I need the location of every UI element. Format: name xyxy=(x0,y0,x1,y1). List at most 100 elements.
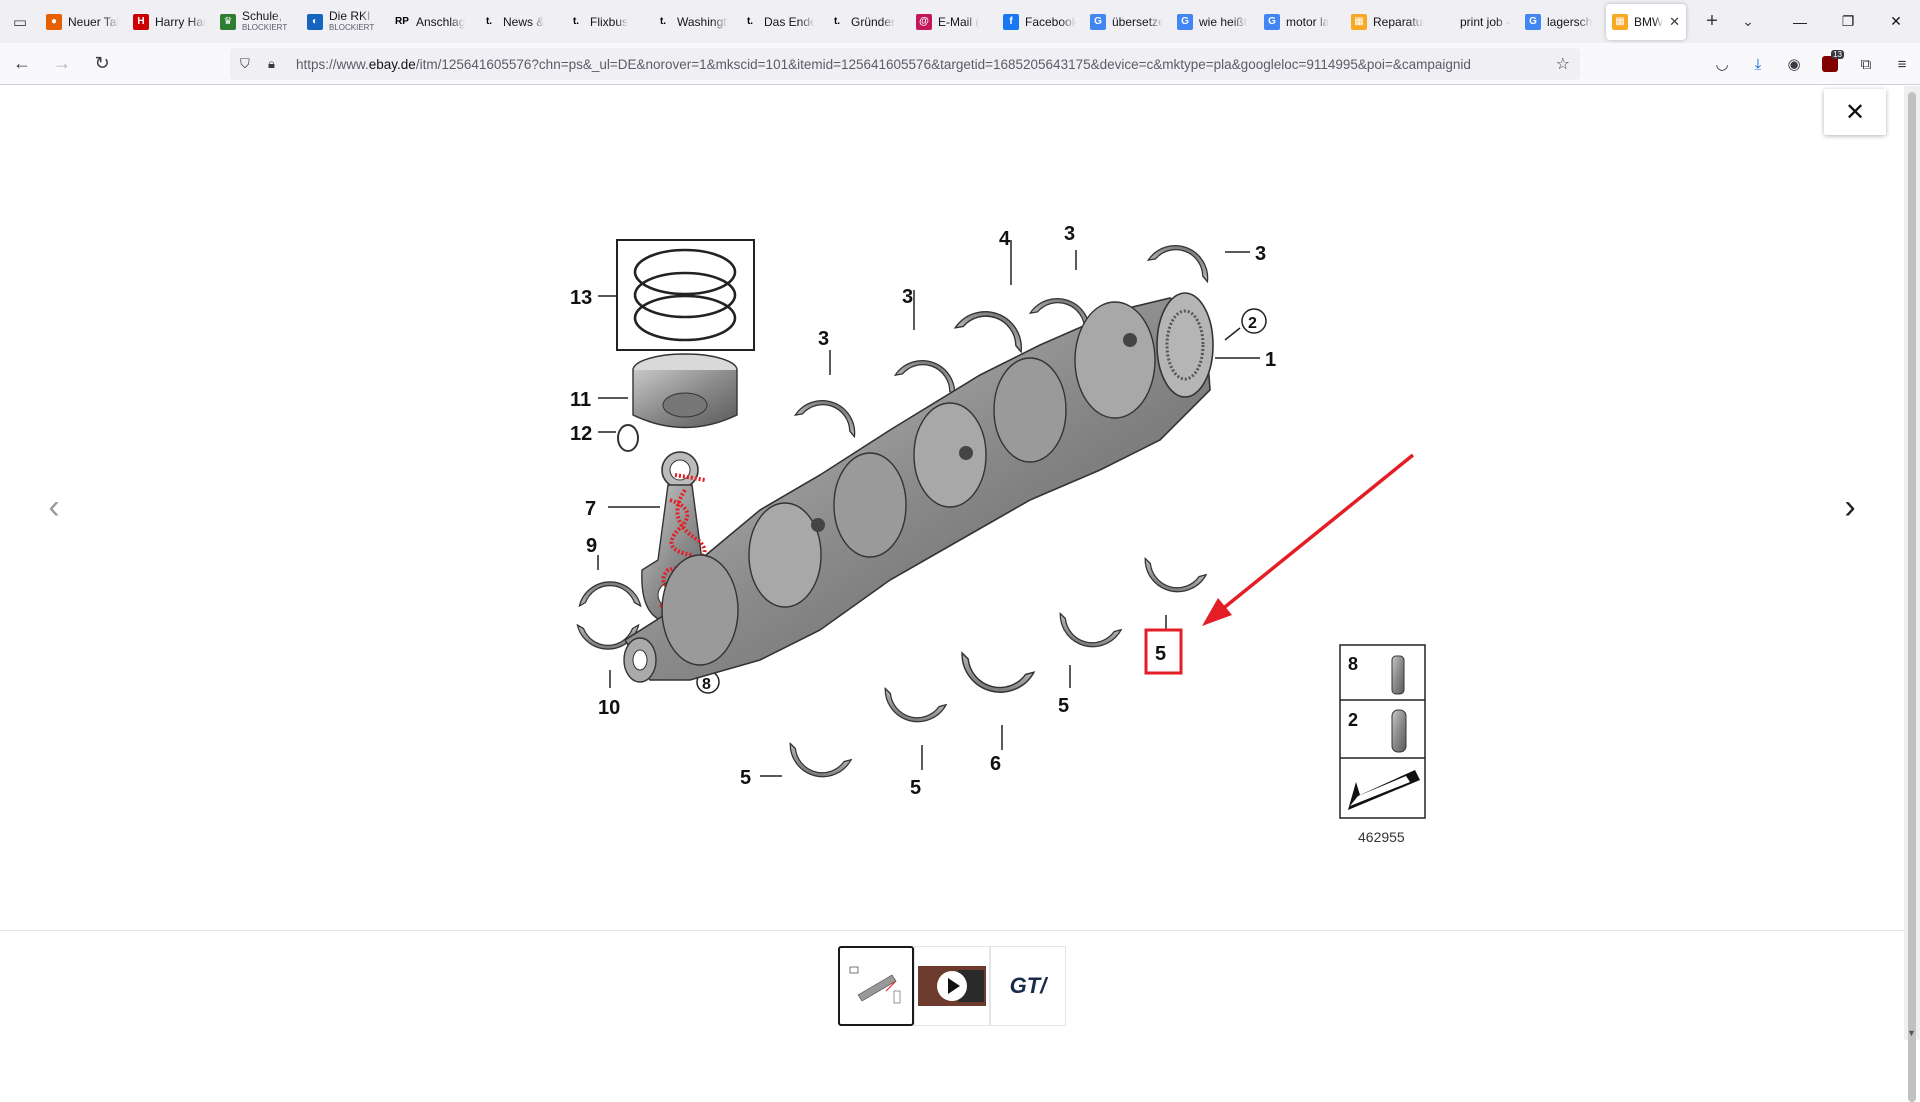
gtv-logo: GT/ xyxy=(1009,973,1047,998)
reload-button[interactable]: ↻ xyxy=(84,48,120,80)
piston-rings-part: 13 xyxy=(570,239,755,351)
new-tab-button[interactable]: + xyxy=(1694,4,1730,40)
restore-button[interactable]: ❐ xyxy=(1824,0,1872,43)
browser-tab[interactable]: ▦ BMW ✕ xyxy=(1606,3,1686,40)
browser-tab[interactable]: @ E-Mail ( xyxy=(910,4,995,40)
tab-favicon-icon: t. xyxy=(746,16,754,27)
tab-list: ● Neuer Tab HHarry Hanks♛Schule,BLOCKIERT◐… xyxy=(40,0,1688,43)
list-all-tabs-button[interactable]: ⌄ xyxy=(1730,4,1766,40)
red-arrow-annotation xyxy=(1202,453,1415,626)
legend-label: 8 xyxy=(1348,654,1358,674)
callout-label: 2 xyxy=(1248,315,1257,332)
tab-favicon-icon: G xyxy=(1264,13,1280,30)
callout-label: 9 xyxy=(586,535,597,557)
tab-title: Das Ende xyxy=(764,14,815,29)
browser-tab[interactable]: t. Washington xyxy=(649,4,734,40)
tab-favicon-icon: t. xyxy=(485,16,493,27)
browser-tab[interactable]: t. Das Ende xyxy=(736,4,821,40)
browser-tab[interactable]: t. News & xyxy=(475,4,560,40)
downloads-icon[interactable]: ⤓ xyxy=(1740,48,1776,80)
tab-favicon-icon: ● xyxy=(46,13,62,30)
conrod-bearing-upper-part: 9 xyxy=(578,535,642,607)
tab-favicon-icon: G xyxy=(1525,13,1541,30)
tab-favicon-icon: t. xyxy=(833,16,841,27)
close-tab-icon[interactable]: ✕ xyxy=(1669,14,1680,30)
tab-title: Gründer xyxy=(851,14,896,29)
menu-icon[interactable]: ≡ xyxy=(1884,48,1920,80)
thrust-bearing-upper-part: 4 xyxy=(954,228,1032,353)
tab-title: Neuer Tab xyxy=(68,14,119,29)
callout-label: 7 xyxy=(585,498,596,520)
browser-tab[interactable]: Gwie heißt xyxy=(1171,4,1256,40)
thumbnail-video[interactable] xyxy=(914,946,990,1026)
lock-icon[interactable]: 🔒︎ xyxy=(268,56,288,72)
url-text[interactable]: https://www.ebay.de/itm/125641605576?chn… xyxy=(296,57,1548,72)
tab-title: News & xyxy=(503,14,545,29)
tab-favicon-icon: G xyxy=(1177,13,1193,30)
scroll-down-icon[interactable]: ▼ xyxy=(1907,1028,1916,1038)
main-bearing-lower-part: 5 xyxy=(878,687,947,799)
main-bearing-upper-part: 3 xyxy=(1147,236,1266,283)
main-bearing-upper-part: 3 xyxy=(794,328,864,438)
forward-button[interactable]: → xyxy=(44,48,80,80)
pocket-icon[interactable]: ◡ xyxy=(1704,48,1740,80)
tab-favicon-icon: ♛ xyxy=(220,13,236,30)
previous-image-button[interactable]: ‹ xyxy=(34,482,74,532)
callout-label: 3 xyxy=(1255,243,1266,265)
bookmark-star-icon[interactable]: ☆ xyxy=(1556,54,1570,74)
thumbnail-strip: GT/ xyxy=(838,946,1066,1026)
browser-tab[interactable]: Glagersch xyxy=(1519,4,1604,40)
account-icon[interactable]: ◉ xyxy=(1776,48,1812,80)
browser-tab[interactable]: t. Gründer xyxy=(823,4,908,40)
scrollbar-thumb[interactable] xyxy=(1908,92,1916,1102)
browser-tab[interactable]: print job - P xyxy=(1432,4,1517,40)
ublock-icon[interactable]: 13 xyxy=(1812,48,1848,80)
browser-tab[interactable]: ◐ Die RKI BLOCKIERT xyxy=(301,4,386,40)
minimize-button[interactable]: — xyxy=(1776,0,1824,43)
thumbnail-gtv[interactable]: GT/ xyxy=(990,946,1066,1026)
browser-tab[interactable]: t. Flixbus xyxy=(562,4,647,40)
tab-title: lagersch xyxy=(1547,14,1593,29)
callout-label: 3 xyxy=(818,328,829,350)
video-thumbnail-icon xyxy=(918,966,986,1006)
thrust-bearing-lower-part: 6 xyxy=(953,652,1035,775)
callout-label: 13 xyxy=(570,287,592,309)
tab-favicon-icon: G xyxy=(1090,13,1106,30)
extensions-icon[interactable]: ⧉ xyxy=(1848,48,1884,80)
browser-tab[interactable]: RP Anschlag xyxy=(388,4,473,40)
tab-status: BLOCKIERT xyxy=(329,22,375,32)
circlip-part: 12 xyxy=(570,423,639,452)
browser-tab[interactable]: Gübersetzen xyxy=(1084,4,1169,40)
page-scrollbar[interactable]: ▼ xyxy=(1904,86,1920,1102)
crankshaft-part: 1 xyxy=(623,292,1276,683)
thumbnail-diagram[interactable] xyxy=(838,946,914,1026)
callout-label: 5 xyxy=(1155,643,1166,665)
browser-tab[interactable]: f Facebook xyxy=(997,4,1082,40)
callout-label: 1 xyxy=(1265,349,1276,371)
browser-tab[interactable]: H Harry Hanks xyxy=(127,4,212,40)
back-button[interactable]: ← xyxy=(4,48,40,80)
browser-tab[interactable]: ▦ Reparatur xyxy=(1345,4,1430,40)
callout-label: 5 xyxy=(1058,695,1069,717)
browser-tab[interactable]: ● Neuer Tab xyxy=(40,4,125,40)
browser-tab[interactable]: ♛ Schule, BLOCKIERT xyxy=(214,4,299,40)
close-viewer-button[interactable]: ✕ xyxy=(1824,89,1886,135)
callout-label: 3 xyxy=(1064,223,1075,245)
shield-icon[interactable]: ⛉ xyxy=(240,56,260,72)
tab-overview-icon[interactable]: ▭ xyxy=(0,0,40,43)
next-image-button[interactable]: › xyxy=(1830,482,1870,532)
callout-label: 6 xyxy=(990,753,1001,775)
main-bearing-lower-part: 5 xyxy=(1053,612,1122,717)
window-controls: — ❐ ✕ xyxy=(1776,0,1920,43)
url-bar[interactable]: ⛉ 🔒︎ https://www.ebay.de/itm/12564160557… xyxy=(230,48,1580,80)
main-bearing-lower-part: 5 xyxy=(1138,557,1207,675)
thumbnail-divider xyxy=(0,930,1904,931)
tab-title: wie heißt xyxy=(1199,14,1248,29)
tab-title: E-Mail ( xyxy=(938,14,980,29)
close-window-button[interactable]: ✕ xyxy=(1872,0,1920,43)
hardware-legend: 8 2 462955 xyxy=(1339,644,1426,845)
browser-tab[interactable]: Gmotor la xyxy=(1258,4,1343,40)
tab-title: übersetzen xyxy=(1112,14,1163,29)
tab-title: Facebook xyxy=(1025,14,1076,29)
callout-label: 5 xyxy=(910,777,921,799)
